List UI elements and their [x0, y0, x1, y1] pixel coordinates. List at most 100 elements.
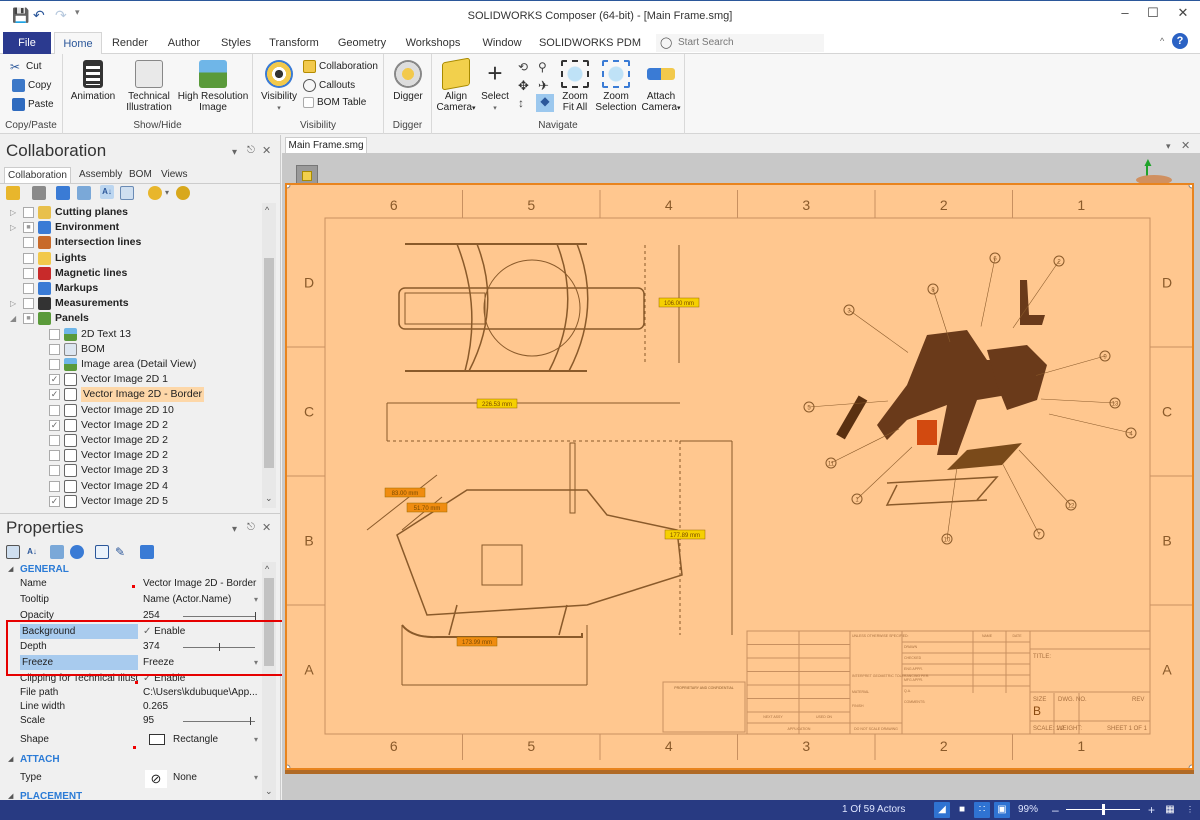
dropdown-arrow-icon[interactable]: ▾	[254, 770, 258, 785]
visibility-checkbox[interactable]: ✓	[49, 495, 60, 507]
tree-item[interactable]: Magnetic lines	[0, 266, 262, 281]
tab-home[interactable]: Home	[54, 32, 102, 54]
tree-item[interactable]: ✓ Vector Image 2D 5	[0, 494, 262, 508]
tree-scrollbar[interactable]: ^ ⌄	[262, 203, 276, 508]
tree-item[interactable]: ✓ Vector Image 2D 2	[0, 418, 262, 433]
tab-workshops[interactable]: Workshops	[400, 32, 466, 54]
property-scale[interactable]: Scale 95	[18, 713, 262, 728]
tab-file[interactable]: File	[3, 32, 51, 54]
document-tab[interactable]: Main Frame.smg	[285, 137, 367, 153]
pin-icon[interactable]: ⎋	[247, 145, 255, 156]
expand-icon[interactable]: ▷	[10, 296, 18, 311]
dropdown-arrow-icon[interactable]: ▾	[254, 592, 258, 607]
visibility-checkbox[interactable]	[49, 480, 60, 492]
visibility-checkbox[interactable]	[49, 450, 60, 462]
fit-all-icon[interactable]: ▦	[1162, 802, 1178, 818]
visibility-checkbox[interactable]	[49, 404, 60, 416]
zoom-out-button[interactable]: –	[1052, 803, 1059, 817]
sort-az-icon[interactable]: A↓	[100, 185, 114, 199]
panel-menu-icon[interactable]: ▾	[232, 524, 237, 535]
collapse-ribbon-icon[interactable]: ^	[1160, 36, 1164, 46]
pin-icon[interactable]: ⎋	[247, 522, 255, 533]
drawing-sheet[interactable]: 6 6 5 5 4 4 3 3 2 2 1 1 D D C C B B A A 106.00 mm 226.53 mm 17…	[283, 181, 1196, 772]
collapse-icon[interactable]: ◢	[10, 311, 18, 326]
refresh-icon[interactable]	[70, 545, 84, 559]
visibility-checkbox[interactable]	[23, 207, 34, 218]
visibility-checkbox[interactable]	[23, 267, 34, 279]
expand-icon[interactable]: ▷	[10, 205, 18, 220]
attach-camera-button[interactable]: Attach Camera▾	[638, 60, 684, 114]
tree-item[interactable]: Image area (Detail View)	[0, 357, 262, 372]
tree-item[interactable]: ✓ Vector Image 2D 1	[0, 372, 262, 387]
cut-button[interactable]: ✂ Cut	[10, 60, 42, 74]
rotate-icon[interactable]: ⟲	[518, 60, 528, 74]
tab-render[interactable]: Render	[106, 32, 154, 54]
viewport-menu-icon[interactable]: ▾	[1166, 141, 1171, 152]
tab-transform[interactable]: Transform	[264, 32, 324, 54]
visibility-checkbox[interactable]: ✓	[49, 389, 60, 401]
property-opacity[interactable]: Opacity 254	[18, 608, 262, 620]
expand-icon[interactable]: ▷	[10, 220, 18, 235]
animation-button[interactable]: Animation	[67, 60, 119, 102]
section-placement[interactable]: PLACEMENT	[20, 791, 82, 800]
align-camera-button[interactable]: Align Camera▾	[434, 57, 478, 114]
walk-icon[interactable]: ◆	[536, 94, 554, 112]
close-button[interactable]: ✕	[1168, 5, 1198, 25]
filter-icon[interactable]	[32, 186, 46, 200]
digger-button[interactable]: Digger	[388, 60, 428, 102]
visibility-checkbox[interactable]: ✓	[49, 374, 60, 386]
dropdown-arrow-icon[interactable]: ▾	[254, 732, 258, 747]
subtab-collaboration[interactable]: Collaboration	[4, 167, 71, 183]
tree-item[interactable]: Vector Image 2D 10	[0, 403, 262, 418]
scale-slider[interactable]	[183, 717, 255, 725]
zoom-selection-button[interactable]: Zoom Selection	[592, 60, 640, 113]
tab-solidworks-pdm[interactable]: SOLIDWORKS PDM	[538, 32, 642, 54]
tree-item[interactable]: BOM	[0, 342, 262, 357]
tree-item[interactable]: ▷ Measurements	[0, 296, 262, 311]
visibility-checkbox[interactable]	[49, 343, 60, 355]
visibility-button[interactable]: Visibility ▾	[257, 60, 301, 114]
opacity-slider[interactable]	[183, 612, 256, 620]
callouts-button[interactable]: Callouts	[303, 79, 355, 92]
property-shape[interactable]: Shape Rectangle ▾	[18, 732, 262, 750]
help-icon[interactable]: ?	[1172, 33, 1188, 49]
tree-item[interactable]: Lights	[0, 251, 262, 266]
search-box[interactable]: ◯ Start Search	[656, 34, 824, 52]
close-panel-icon[interactable]: ✕	[262, 144, 271, 157]
maximize-button[interactable]: ☐	[1138, 5, 1168, 25]
section-attach[interactable]: ATTACH	[20, 754, 60, 765]
paste-button[interactable]: Paste	[12, 98, 54, 111]
ruler-icon[interactable]: ◢	[934, 802, 950, 818]
tab-author[interactable]: Author	[160, 32, 208, 54]
tab-geometry[interactable]: Geometry	[333, 32, 391, 54]
expand-all-icon[interactable]	[56, 186, 70, 200]
tree-item[interactable]: 2D Text 13	[0, 327, 262, 342]
section-general[interactable]: GENERAL	[20, 564, 69, 575]
zoom-slider[interactable]	[1066, 804, 1140, 815]
tree-item[interactable]: ▷ Cutting planes	[0, 205, 262, 220]
tab-styles[interactable]: Styles	[212, 32, 260, 54]
3d-view-icon[interactable]: ■	[954, 802, 970, 818]
sort-az-icon[interactable]: A↓	[25, 545, 39, 559]
visibility-checkbox[interactable]	[49, 359, 60, 370]
visibility-checkbox[interactable]: ■	[23, 222, 34, 234]
visibility-checkbox[interactable]	[49, 435, 60, 446]
tree-item[interactable]: ✓ Vector Image 2D - Border	[0, 387, 262, 403]
tree-item[interactable]: ◢ ■ Panels	[0, 311, 262, 326]
visibility-checkbox[interactable]	[49, 465, 60, 477]
pan-icon[interactable]: ✥	[518, 78, 529, 94]
name-value[interactable]: Vector Image 2D - Border	[143, 576, 256, 591]
property-line-width[interactable]: Line width 0.265	[18, 699, 262, 714]
reset-icon[interactable]	[50, 545, 64, 559]
visibility-checkbox[interactable]	[49, 328, 60, 340]
tree-item[interactable]: Markups	[0, 281, 262, 296]
file-path-value[interactable]: C:\Users\kdubuque\App...	[143, 685, 258, 700]
default-icon[interactable]	[95, 545, 109, 559]
panel-menu-icon[interactable]: ▾	[232, 147, 237, 158]
high-resolution-image-button[interactable]: High Resolution Image	[175, 60, 251, 113]
technical-illustration-button[interactable]: Technical Illustration	[121, 60, 177, 113]
columns-icon[interactable]	[120, 186, 134, 200]
tree-item[interactable]: Vector Image 2D 2	[0, 433, 262, 448]
property-type[interactable]: Type ⊘ None ▾	[18, 770, 262, 788]
tree-item[interactable]: Vector Image 2D 2	[0, 448, 262, 463]
